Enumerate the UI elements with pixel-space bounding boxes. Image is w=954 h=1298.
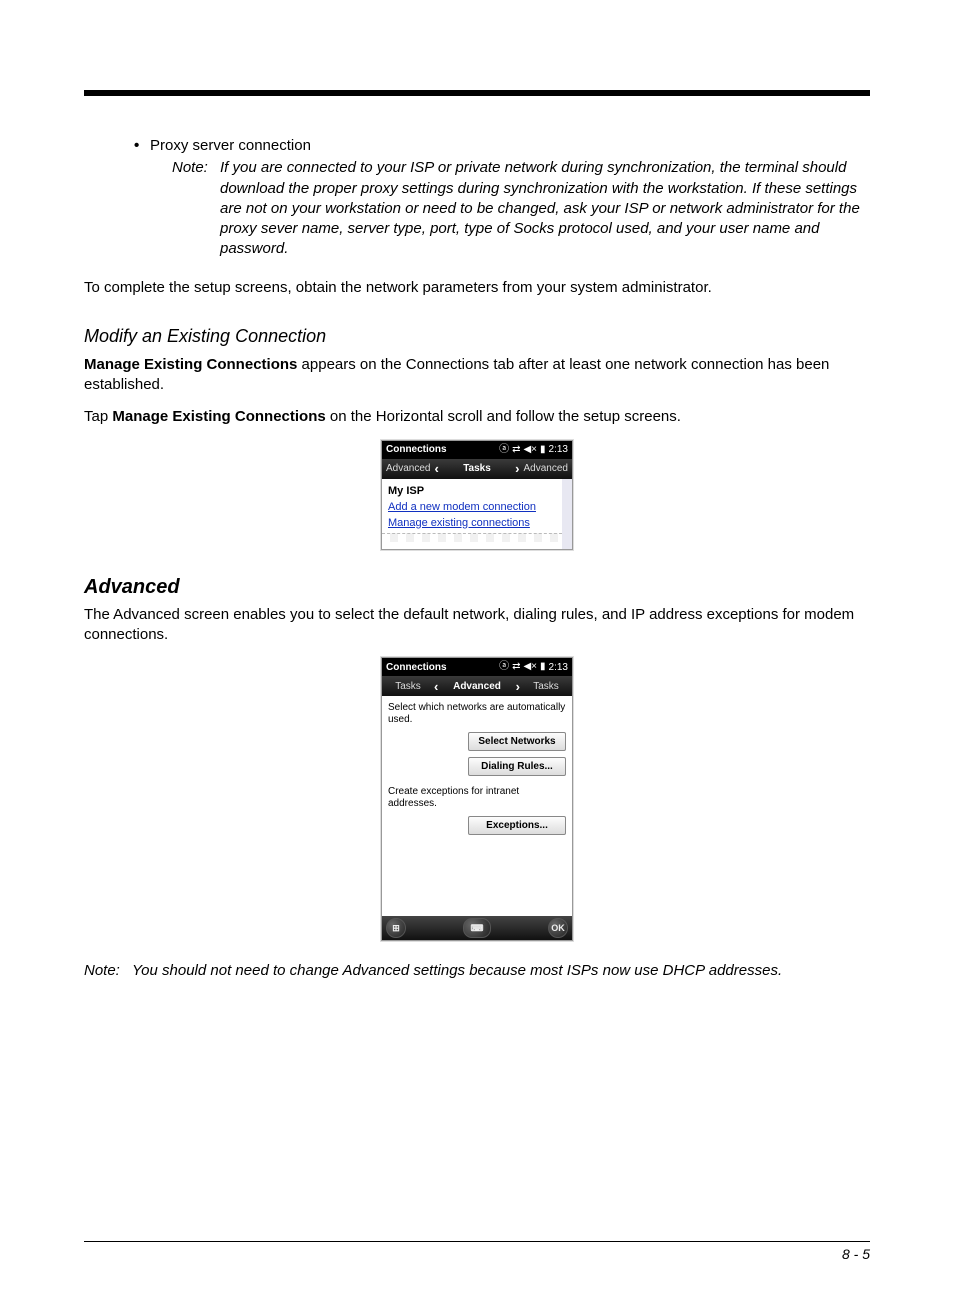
s2-status-icons: ⓐ ⇄ ◀× ▮ 2:13 [499,662,568,673]
s2-titlebar: Connections ⓐ ⇄ ◀× ▮ 2:13 [382,658,572,676]
s1-link-manage-existing[interactable]: Manage existing connections [388,517,556,529]
s1-group-title: My ISP [388,485,556,497]
s1-titlebar: Connections ⓐ ⇄ ◀× ▮ 2:13 [382,441,572,459]
s2-tab-center[interactable]: Advanced [442,681,511,692]
screenshot-2: Connections ⓐ ⇄ ◀× ▮ 2:13 Tasks ‹ Advanc… [381,657,573,941]
select-networks-button[interactable]: Select Networks [468,732,566,751]
chevron-right-icon[interactable]: › [511,461,523,476]
s1-title: Connections [386,444,447,455]
note-proxy: Note: If you are connected to your ISP o… [84,158,870,259]
screenshot-1-wrap: Connections ⓐ ⇄ ◀× ▮ 2:13 Advanced ‹ Tas… [84,440,870,550]
para-modify-bold: Manage Existing Connections [84,356,297,373]
s2-body: Select which networks are automatically … [382,696,572,916]
sync-icon: ⇄ [512,662,520,672]
s2-time: 2:13 [549,662,568,673]
note2-body: You should not need to change Advanced s… [132,961,782,981]
para-tap-post: on the Horizontal scroll and follow the … [326,408,681,425]
heading-advanced: Advanced [84,576,870,599]
s1-link-add-modem[interactable]: Add a new modem connection [388,501,556,513]
s2-tabs: Tasks ‹ Advanced › Tasks [382,676,572,696]
battery-icon: ▮ [540,445,546,455]
s1-tabs: Advanced ‹ Tasks › Advanced [382,459,572,479]
para-tap-bold: Manage Existing Connections [112,408,325,425]
s1-body: My ISP Add a new modem connection Manage… [382,479,572,549]
para-modify: Manage Existing Connections appears on t… [84,355,870,396]
heading-modify: Modify an Existing Connection [84,326,870,347]
battery-icon: ▮ [540,662,546,672]
para-tap: Tap Manage Existing Connections on the H… [84,407,870,427]
signal-icon: ⓐ [499,445,509,455]
s2-title: Connections [386,662,447,673]
torn-edge [382,533,562,542]
s1-status-icons: ⓐ ⇄ ◀× ▮ 2:13 [499,444,568,455]
s2-tab-right[interactable]: Tasks [524,681,568,692]
page-number: 8 - 5 [84,1246,870,1262]
para-advanced: The Advanced screen enables you to selec… [84,605,870,646]
sync-icon: ⇄ [512,445,520,455]
para-setup: To complete the setup screens, obtain th… [84,278,870,298]
mute-icon: ◀× [523,662,537,672]
s2-text-networks: Select which networks are automatically … [388,702,566,726]
s2-bottombar: ⊞ ⌨ OK [382,916,572,940]
note2-label: Note: [84,961,132,981]
screenshot-2-wrap: Connections ⓐ ⇄ ◀× ▮ 2:13 Tasks ‹ Advanc… [84,657,870,941]
s1-tab-left[interactable]: Advanced [386,463,430,474]
ok-button[interactable]: OK [548,918,568,938]
note-dhcp: Note: You should not need to change Adva… [84,961,870,981]
para-tap-pre: Tap [84,408,112,425]
bullet-dot: • [134,136,150,156]
s1-tab-right[interactable]: Advanced [524,463,568,474]
note-body: If you are connected to your ISP or priv… [220,158,870,259]
keyboard-icon[interactable]: ⌨ [463,918,491,938]
signal-icon: ⓐ [499,662,509,672]
s2-tab-left[interactable]: Tasks [386,681,430,692]
bullet-text: Proxy server connection [150,136,311,156]
bullet-item: • Proxy server connection [134,136,870,156]
footer-rule [84,1241,870,1242]
start-icon[interactable]: ⊞ [386,918,406,938]
chevron-right-icon[interactable]: › [512,679,524,694]
note-label: Note: [172,158,220,178]
header-rule [84,90,870,96]
s1-tab-center[interactable]: Tasks [443,463,511,474]
mute-icon: ◀× [523,445,537,455]
page: • Proxy server connection Note: If you a… [0,0,954,1298]
exceptions-button[interactable]: Exceptions... [468,816,566,835]
s1-time: 2:13 [549,444,568,455]
s2-text-exceptions: Create exceptions for intranet addresses… [388,786,566,810]
dialing-rules-button[interactable]: Dialing Rules... [468,757,566,776]
chevron-left-icon[interactable]: ‹ [430,679,442,694]
chevron-left-icon[interactable]: ‹ [430,461,442,476]
screenshot-1: Connections ⓐ ⇄ ◀× ▮ 2:13 Advanced ‹ Tas… [381,440,573,550]
